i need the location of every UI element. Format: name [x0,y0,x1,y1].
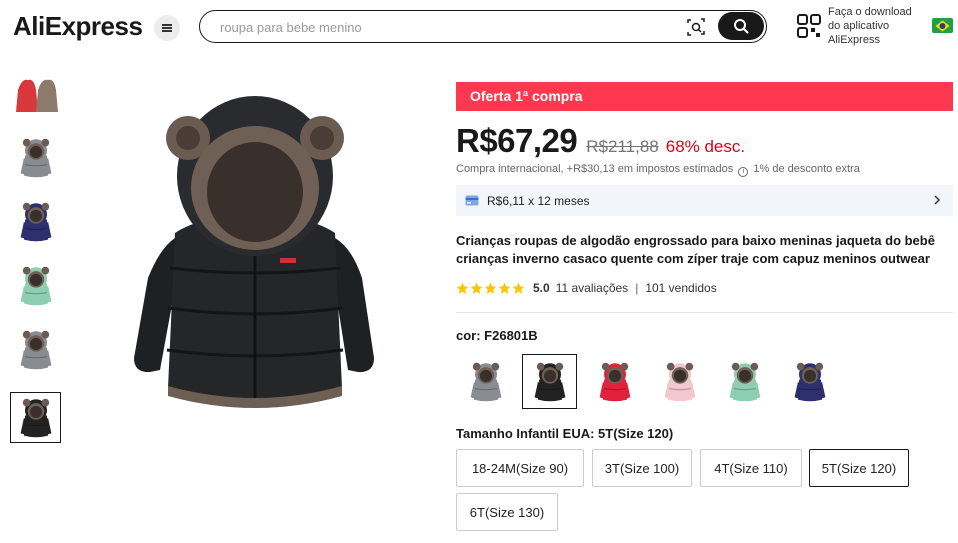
size-option-6t[interactable]: 6T(Size 130) [456,493,558,531]
color-option-black[interactable] [522,354,577,409]
thumbnail-2[interactable] [10,132,61,183]
chevron-right-icon [934,195,941,205]
star-icon [498,282,511,294]
installments-row[interactable]: R$6,11 x 12 meses [456,185,953,216]
jacket-image [794,362,825,401]
color-option-navy[interactable] [783,355,836,408]
jacket-image [729,362,760,401]
logo-text: AliExpress [13,11,143,41]
star-icon [470,282,483,294]
original-price: R$211,88 [586,137,659,156]
tax-text: Compra internacional, +R$30,13 em impost… [456,163,734,175]
qr-code-icon[interactable] [797,14,821,38]
product-title: Crianças roupas de algodão engrossado pa… [456,233,935,266]
product-main-image[interactable] [120,88,390,418]
star-icon [512,282,525,294]
tax-info: Compra internacional, +R$30,13 em impost… [456,163,860,177]
jacket-image [20,266,51,305]
search-bar [199,10,767,43]
thumbnail-1[interactable] [10,68,61,119]
separator: | [635,281,639,295]
star-icon [456,282,469,294]
thumbnail-3[interactable] [10,196,61,247]
first-purchase-banner: Oferta 1ª compra [456,82,953,111]
sold-count: 101 vendidos [645,281,717,295]
header: AliExpress Faça o download do aplicativo… [0,0,958,54]
star-icon [484,282,497,294]
jacket-image [470,362,501,401]
installments-text: R$6,11 x 12 meses [487,194,590,208]
aliexpress-logo[interactable]: AliExpress [13,11,143,42]
jacket-image [20,330,51,369]
search-input[interactable] [220,17,660,37]
search-icon [734,19,749,34]
extra-discount-text: 1% de desconto extra [753,163,860,175]
size-option-5t[interactable]: 5T(Size 120) [809,449,909,487]
thumbnail-5[interactable] [10,324,61,375]
discount-label: 68% desc. [665,137,746,156]
current-price: R$67,29 [456,122,578,159]
jacket-image [20,398,51,437]
brazil-flag-icon[interactable] [932,18,953,33]
color-label: cor: F26801B [456,328,538,343]
jacket-image [599,362,630,401]
menu-button[interactable] [154,15,180,41]
rating-row[interactable]: 5.0 11 avaliações | 101 vendidos [456,280,717,296]
size-label: Tamanho Infantil EUA: 5T(Size 120) [456,426,674,441]
jacket-image [664,362,695,401]
color-option-red[interactable] [588,355,641,408]
color-option-gray[interactable] [459,355,512,408]
size-option-3t[interactable]: 3T(Size 100) [592,449,692,487]
rating-score: 5.0 [533,281,550,295]
search-button[interactable] [718,12,764,40]
size-option-4t[interactable]: 4T(Size 110) [700,449,802,487]
thumbnail-image [15,79,58,112]
color-option-mint[interactable] [718,355,771,408]
star-rating [456,282,525,295]
divider [456,312,953,313]
menu-icon [162,27,172,29]
size-option-18-24m[interactable]: 18-24M(Size 90) [456,449,584,487]
installment-card-icon [465,195,479,206]
jacket-image [20,138,51,177]
thumbnail-6[interactable] [10,392,61,443]
app-download-link[interactable]: Faça o download do aplicativo AliExpress [828,5,924,47]
thumbnail-4[interactable] [10,260,61,311]
jacket-image [20,202,51,241]
camera-search-icon[interactable] [687,18,705,36]
info-icon[interactable]: i [738,167,749,177]
reviews-count[interactable]: 11 avaliações [556,281,629,295]
price-row: R$67,29 R$211,88 68% desc. [456,122,745,162]
jacket-image [534,362,565,401]
color-option-pink[interactable] [653,355,706,408]
